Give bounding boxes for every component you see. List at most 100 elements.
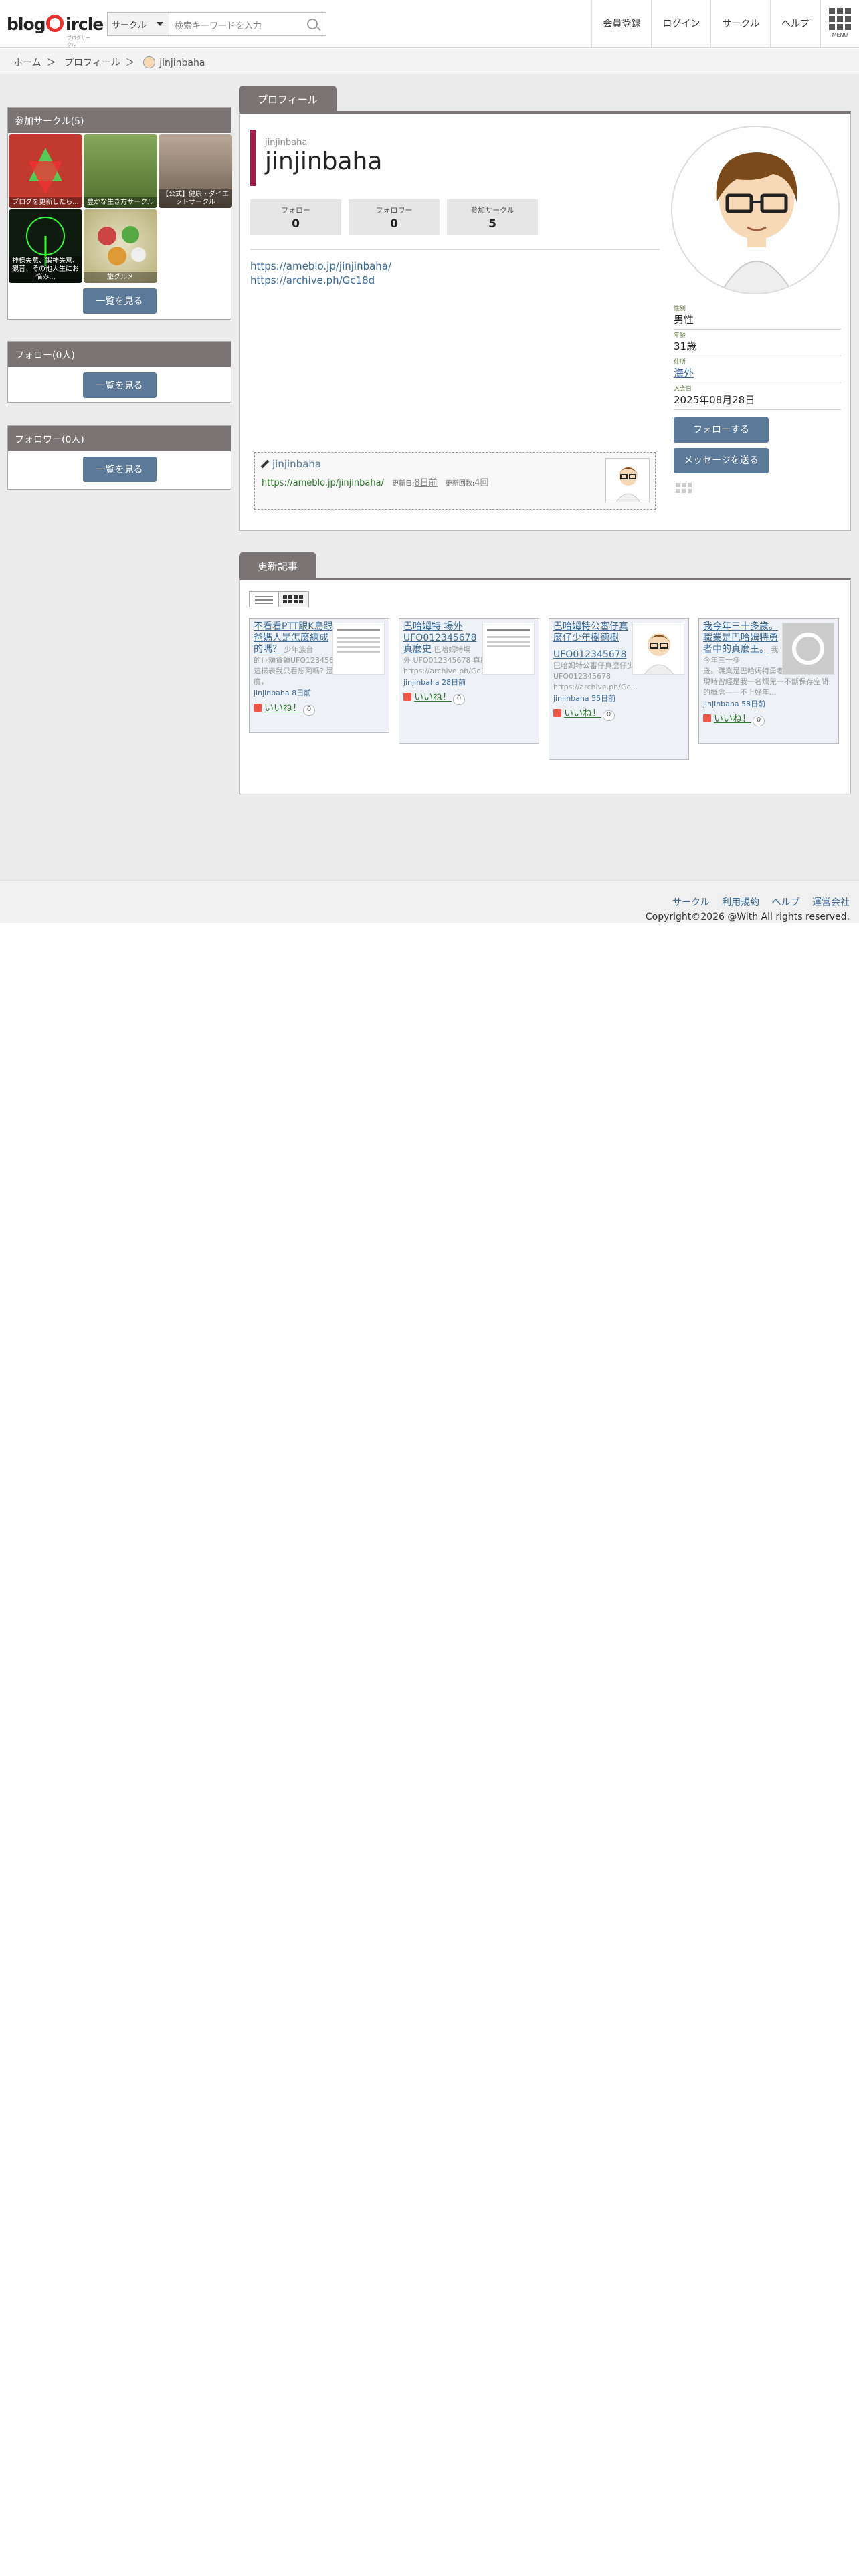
like-button[interactable]: いいね！: [703, 712, 751, 725]
avatar-illustration-icon: [615, 467, 641, 502]
like-icon: [703, 714, 711, 722]
like-icon: [254, 704, 262, 712]
article-thumbnail: [482, 623, 535, 675]
view-toggle: [249, 591, 309, 607]
breadcrumb-current: jinjinbaha: [159, 58, 205, 68]
nav-login[interactable]: ログイン: [651, 0, 710, 48]
article-card[interactable]: 巴哈姆特 場外UFO012345678 真麼史 巴哈姆特場 外 UFO01234…: [399, 618, 539, 744]
like-icon: [553, 709, 561, 717]
follower-title: フォロワー(0人): [8, 426, 231, 451]
follower-box: フォロワー(0人) 一覧を見る: [7, 425, 231, 490]
avatar-illustration-icon: [644, 633, 674, 674]
see-all-follower-button[interactable]: 一覧を見る: [82, 457, 157, 482]
search-scope-select[interactable]: サークル: [108, 13, 169, 35]
avatar-illustration-icon: [716, 152, 797, 293]
tab-updates[interactable]: 更新記事: [239, 552, 317, 578]
profile-avatar: [671, 126, 840, 294]
footer-link-company[interactable]: 運営会社: [812, 897, 850, 908]
circle-thumb[interactable]: ブログを更新したら...: [9, 134, 82, 208]
site-logo[interactable]: blog ircle ブログサークル: [7, 12, 104, 47]
user-avatar-icon: [143, 56, 156, 68]
grid-view-icon[interactable]: [279, 592, 308, 607]
like-button[interactable]: いいね！: [254, 701, 302, 714]
article-age: 28日前: [442, 678, 466, 687]
feed-count: 4回: [474, 478, 489, 488]
like-button[interactable]: いいね！: [403, 690, 452, 704]
like-count: 0: [753, 716, 765, 726]
profile-name-block: jinjinbaha jinjinbaha: [250, 130, 382, 186]
breadcrumb: ホーム＞ プロフィール＞ jinjinbaha: [0, 49, 859, 74]
article-author[interactable]: jinjinbaha: [403, 678, 440, 687]
footer-link-terms[interactable]: 利用規約: [722, 897, 759, 908]
follow-button[interactable]: フォローする: [674, 417, 769, 443]
feed-updated: 8日前: [414, 478, 438, 488]
article-author[interactable]: jinjinbaha: [703, 700, 739, 708]
search-bar: サークル 検索キーワードを入力: [107, 12, 326, 36]
like-count: 0: [303, 705, 315, 716]
profile-name: jinjinbaha: [265, 148, 383, 175]
message-button[interactable]: メッセージを送る: [674, 448, 769, 473]
info-joined: 入会日 2025年08月28日: [674, 384, 841, 410]
stat-follow[interactable]: フォロー 0: [250, 199, 341, 235]
stat-follower[interactable]: フォロワー 0: [349, 199, 440, 235]
article-thumbnail: [632, 623, 684, 675]
profile-link[interactable]: https://ameblo.jp/jinjinbaha/: [250, 260, 391, 272]
list-view-icon[interactable]: [250, 592, 279, 607]
placeholder-icon: [792, 633, 824, 665]
tab-profile[interactable]: プロフィール: [239, 86, 337, 111]
breadcrumb-home[interactable]: ホーム: [13, 58, 41, 68]
see-all-circles-button[interactable]: 一覧を見る: [82, 288, 157, 314]
article-title-sub[interactable]: UFO012345678: [553, 649, 626, 660]
article-author[interactable]: jinjinbaha: [254, 689, 290, 697]
info-age: 年齢 31歳: [674, 330, 841, 356]
circle-thumb[interactable]: 豊かな生き方サークル: [84, 134, 157, 208]
footer-link-circle[interactable]: サークル: [672, 897, 710, 908]
header: blog ircle ブログサークル サークル 検索キーワードを入力 会員登録 …: [0, 0, 859, 48]
info-address: 住所 海外: [674, 357, 841, 383]
like-icon: [403, 693, 411, 701]
circle-thumb[interactable]: 【公式】健康・ダイエットサークル: [159, 134, 232, 208]
footer-link-help[interactable]: ヘルプ: [772, 897, 800, 908]
nav-help[interactable]: ヘルプ: [770, 0, 820, 48]
profile-link[interactable]: https://archive.ph/Gc18d: [250, 274, 375, 286]
circle-thumb[interactable]: 旅グルメ: [84, 209, 157, 283]
search-input[interactable]: 検索キーワードを入力: [169, 13, 326, 35]
menu-label: MENU: [832, 32, 848, 38]
breadcrumb-profile[interactable]: プロフィール: [64, 58, 120, 68]
joined-circles-title: 参加サークル(5): [8, 108, 231, 133]
see-all-follow-button[interactable]: 一覧を見る: [82, 372, 157, 398]
article-title[interactable]: 我今年三十多歲。職業是巴哈姆特勇者中的真麼王。: [703, 621, 778, 655]
like-button[interactable]: いいね！: [553, 706, 601, 720]
article-card[interactable]: 不看看PTT跟K島跟爸媽人是怎麼練成的嗎？ 少年族台 的巨額貪領UFO12345…: [249, 618, 389, 733]
article-card[interactable]: 巴哈姆特公審仔真麼仔少年樹德樹 UFO012345678 巴哈姆特公審仔真麼仔少…: [549, 618, 689, 760]
joined-circles-box: 参加サークル(5) ブログを更新したら... 豊かな生き方サークル 【公式】健康…: [7, 107, 232, 320]
article-card[interactable]: 我今年三十多歲。職業是巴哈姆特勇者中的真麼王。 我今年三十多 歲。職業是巴哈姆特…: [698, 618, 839, 744]
article-thumbnail: [782, 623, 834, 675]
follow-title: フォロー(0人): [8, 342, 231, 367]
footer: サークル 利用規約 ヘルプ 運営会社 Copyright©2026 @With …: [0, 880, 859, 923]
menu-button[interactable]: MENU: [820, 0, 859, 48]
profile-name-small: jinjinbaha: [265, 138, 308, 148]
search-icon[interactable]: [307, 19, 318, 29]
article-thumbnail: [332, 623, 385, 675]
follow-box: フォロー(0人) 一覧を見る: [7, 341, 231, 403]
logo-subtitle: ブログサークル: [67, 35, 90, 47]
article-age: 55日前: [591, 694, 616, 703]
stat-circles[interactable]: 参加サークル 5: [447, 199, 538, 235]
feed-avatar[interactable]: [605, 458, 650, 502]
circle-thumb[interactable]: 神様失意、鍛神失意、観音、その他人生にお悩み...: [9, 209, 82, 283]
article-age: 58日前: [741, 700, 766, 708]
feed-url[interactable]: https://ameblo.jp/jinjinbaha/: [262, 478, 384, 488]
nav-register[interactable]: 会員登録: [591, 0, 651, 48]
pencil-icon: [260, 459, 270, 469]
like-count: 0: [603, 710, 615, 721]
more-options-icon[interactable]: [676, 483, 692, 493]
blog-feed-box: jinjinbaha https://ameblo.jp/jinjinbaha/…: [254, 452, 656, 510]
divider: [250, 249, 660, 250]
logo-ring-icon: [46, 15, 64, 32]
nav-circle[interactable]: サークル: [710, 0, 770, 48]
article-author[interactable]: jinjinbaha: [553, 694, 589, 703]
article-title[interactable]: 巴哈姆特公審仔真麼仔少年樹德樹: [553, 621, 628, 643]
feed-blog-name[interactable]: jinjinbaha: [272, 458, 321, 470]
copyright: Copyright©2026 @With All rights reserved…: [645, 911, 850, 922]
